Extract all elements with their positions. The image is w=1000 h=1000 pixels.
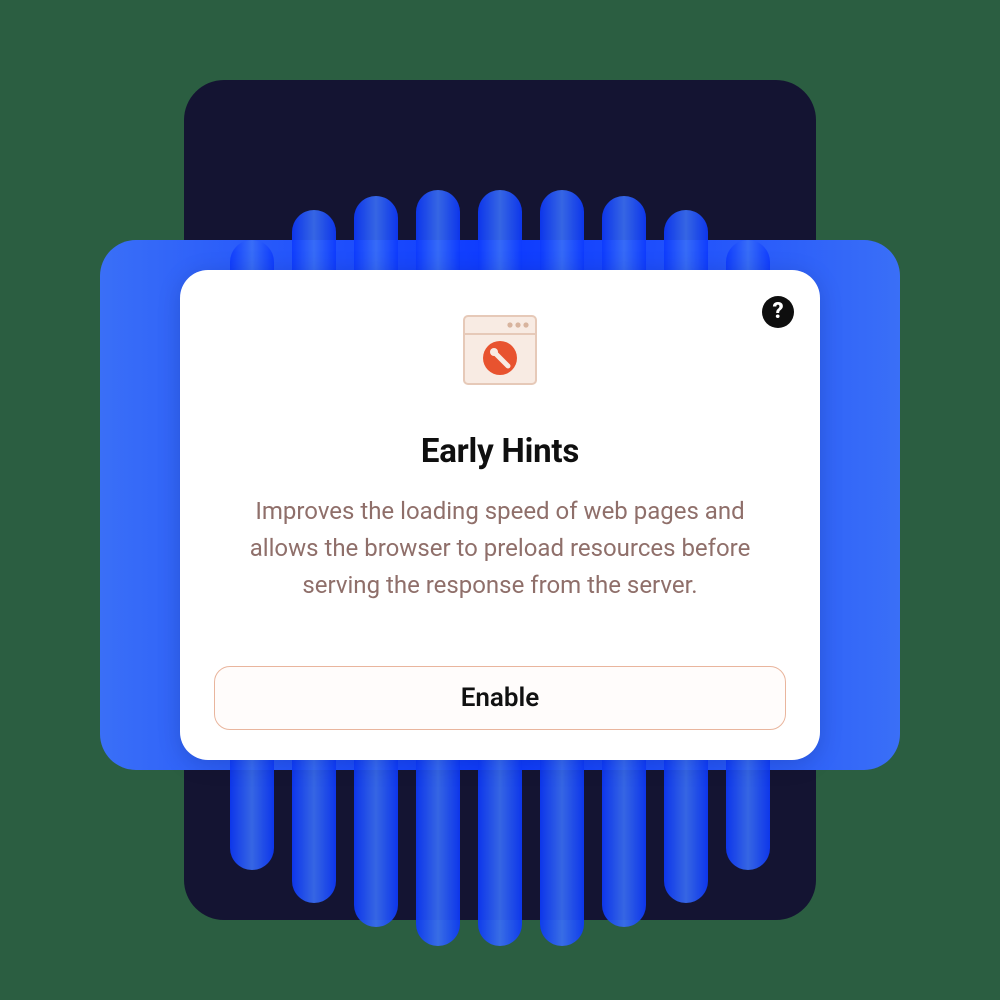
stage: ? Early Hints Improves the loading speed…: [0, 0, 1000, 1000]
enable-button[interactable]: Enable: [214, 666, 786, 730]
browser-speed-icon: [458, 308, 542, 396]
card-description: Improves the loading speed of web pages …: [220, 493, 780, 605]
help-button[interactable]: ?: [762, 296, 794, 328]
card-title: Early Hints: [421, 432, 579, 471]
feature-card: ? Early Hints Improves the loading speed…: [180, 270, 820, 760]
enable-button-label: Enable: [461, 683, 540, 713]
help-icon: ?: [772, 301, 783, 323]
